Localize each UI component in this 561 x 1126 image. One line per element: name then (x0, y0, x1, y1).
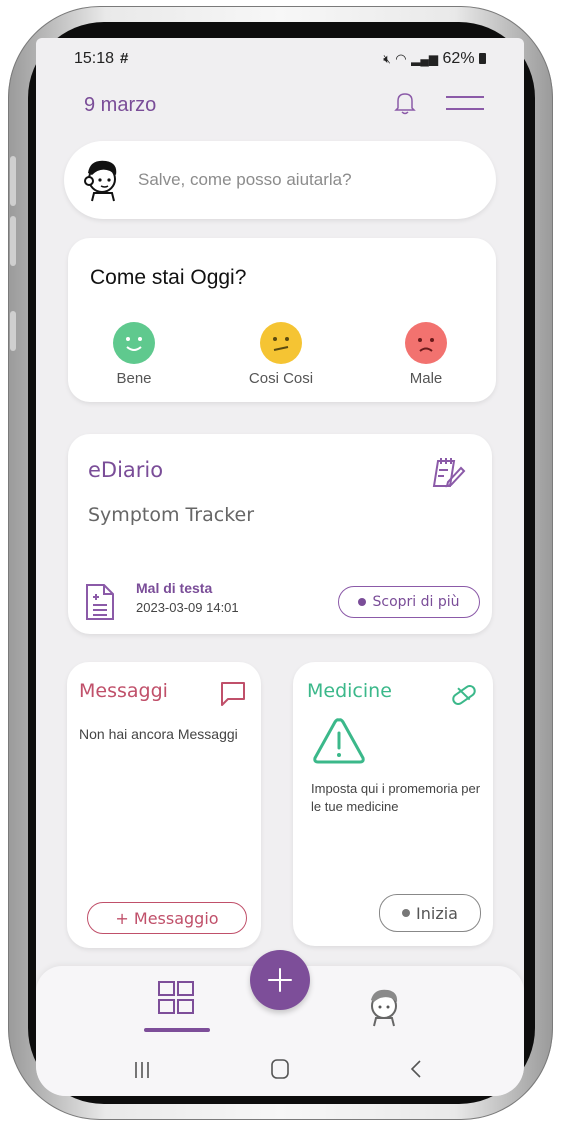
medicine-description: Imposta qui i promemoria per le tue medi… (311, 781, 481, 814)
mood-label: Cosi Cosi (248, 370, 314, 387)
chat-icon (221, 682, 245, 706)
add-document-icon (86, 584, 114, 620)
page-date: 9 marzo (84, 94, 157, 116)
pill-icon (452, 684, 476, 706)
dot-icon (402, 909, 411, 917)
assistant-avatar-icon (84, 160, 117, 202)
volume-button-2 (10, 216, 16, 266)
edit-notes-icon (432, 458, 466, 488)
mood-option-cosi-cosi[interactable]: Cosi Cosi (236, 322, 326, 387)
mood-title: Come stai Oggi? (90, 266, 247, 289)
back-button[interactable] (386, 1054, 446, 1084)
messages-title: Messaggi (79, 680, 168, 702)
messages-empty-text: Non hai ancora Messaggi (79, 726, 238, 742)
dot-icon (358, 598, 367, 606)
battery-icon (479, 53, 486, 64)
ediario-subtitle: Symptom Tracker (88, 504, 255, 526)
volume-button (10, 156, 16, 206)
mood-label: Bene (116, 370, 152, 387)
status-time: 15:18 (74, 50, 115, 67)
assistant-input-placeholder[interactable]: Salve, come posso aiutarla? (138, 170, 352, 190)
mood-option-bene[interactable]: Bene (89, 322, 179, 387)
ediario-card[interactable]: eDiario Symptom Tracker Mal di testa 202… (68, 434, 492, 634)
warning-icon (313, 718, 365, 764)
ediario-title: eDiario (88, 458, 164, 482)
menu-icon[interactable] (446, 96, 484, 110)
inizia-label: Inizia (416, 903, 458, 923)
recent-apps-button[interactable] (112, 1054, 172, 1084)
diary-entry-date: 2023-03-09 14:01 (136, 600, 239, 615)
sad-face-icon (405, 322, 447, 364)
scopri-label: Scopri di più (372, 594, 460, 610)
new-message-button[interactable]: + Messaggio (87, 902, 247, 934)
medicine-title: Medicine (307, 680, 392, 702)
dashboard-grid-icon[interactable] (155, 978, 197, 1020)
assistant-prompt[interactable]: Salve, come posso aiutarla? (64, 141, 496, 219)
profile-avatar-icon[interactable] (362, 984, 406, 1028)
mood-card: Come stai Oggi? Bene Cosi Cosi Male (68, 238, 496, 402)
wifi-icon: ◠ (395, 51, 407, 66)
add-fab-button[interactable] (250, 950, 310, 1010)
home-button[interactable] (250, 1054, 310, 1084)
power-button (10, 311, 16, 351)
active-tab-indicator (144, 1028, 210, 1032)
status-bar: 15:18 # 🔇︎ ◠ ▂▄▆ 62% (36, 38, 524, 78)
scopri-di-piu-button[interactable]: Scopri di più (338, 586, 480, 618)
neutral-face-icon (260, 322, 302, 364)
inizia-button[interactable]: Inizia (379, 894, 481, 932)
grid-status-icon: # (120, 50, 129, 67)
status-right: 🔇︎ ◠ ▂▄▆ 62% (383, 50, 486, 68)
mood-option-male[interactable]: Male (381, 322, 471, 387)
diary-entry-title: Mal di testa (136, 580, 213, 596)
happy-face-icon (113, 322, 155, 364)
battery-level: 62% (442, 50, 475, 67)
mute-icon: 🔇︎ (383, 52, 391, 66)
notification-bell-icon[interactable] (392, 90, 418, 116)
signal-icon: ▂▄▆ (411, 52, 439, 66)
mood-label: Male (409, 370, 443, 387)
medicine-card: Medicine Imposta qui i promemoria per le… (293, 662, 493, 946)
messages-card: Messaggi Non hai ancora Messaggi + Messa… (67, 662, 261, 948)
app-screen: 15:18 # 🔇︎ ◠ ▂▄▆ 62% 9 marzo Salve, come… (36, 38, 524, 1096)
